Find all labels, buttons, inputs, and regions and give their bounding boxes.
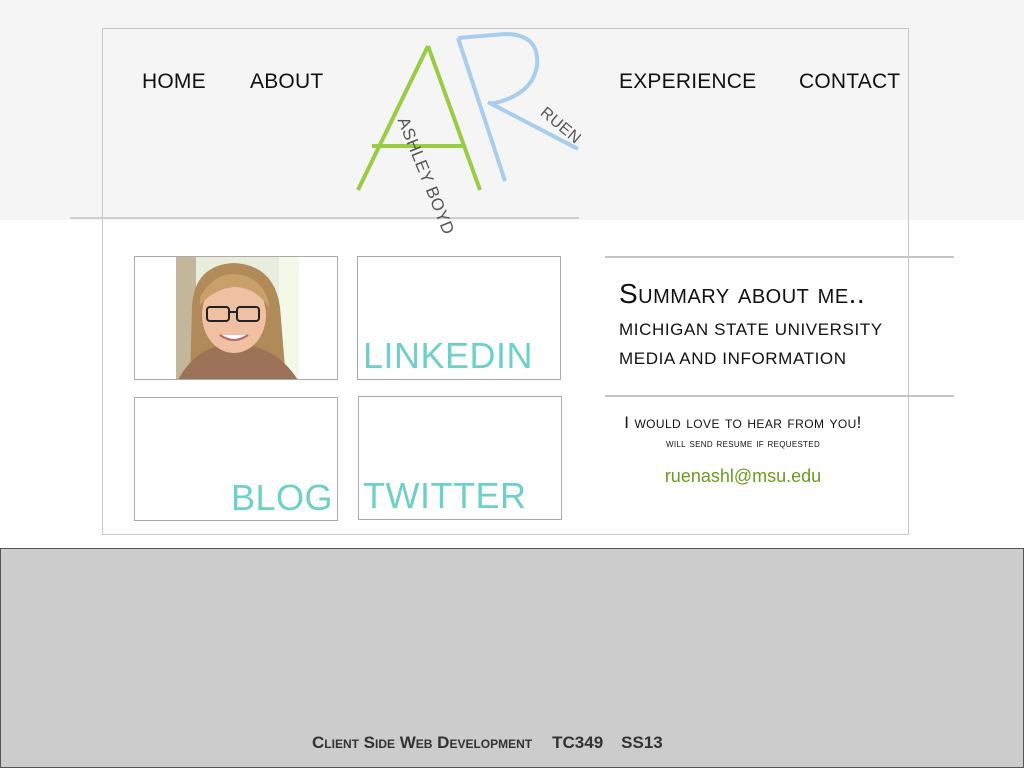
nav-about-link[interactable]: ABOUT [250, 70, 323, 94]
summary-university: MICHIGAN STATE UNIVERSITY [619, 320, 883, 339]
summary-box: Summary about me.. MICHIGAN STATE UNIVER… [605, 256, 954, 397]
summary-program: MEDIA AND INFORMATION [619, 349, 847, 368]
contact-invite: I would love to hear from you! [624, 413, 862, 432]
ar-logo [356, 31, 579, 191]
twitter-label: TWITTER [363, 475, 527, 516]
photo-tile [134, 256, 338, 380]
footer-course-code: TC349 [552, 733, 604, 752]
footer-course-info: Client Side Web Development TC349 SS13 [312, 733, 663, 753]
linkedin-label: LINKEDIN [363, 335, 534, 376]
nav-home-link[interactable]: HOME [142, 70, 206, 94]
contact-resume-note: will send resume if requested [665, 436, 821, 450]
nav-contact-link[interactable]: CONTACT [799, 70, 900, 94]
blog-label: BLOG [230, 477, 333, 518]
blog-tile[interactable]: BLOG [134, 397, 338, 521]
profile-photo [176, 257, 299, 379]
header-divider [70, 217, 579, 219]
footer-term: SS13 [621, 733, 663, 752]
twitter-tile[interactable]: TWITTER [358, 396, 562, 520]
nav-experience-link[interactable]: EXPERIENCE [619, 70, 756, 94]
linkedin-tile[interactable]: LINKEDIN [357, 256, 561, 380]
contact-email-link[interactable]: ruenashl@msu.edu [605, 466, 881, 487]
footer-course-name: Client Side Web Development [312, 733, 533, 752]
footer: Client Side Web Development TC349 SS13 [0, 548, 1024, 768]
summary-title: Summary about me.. [619, 278, 866, 309]
logo-letter-r [456, 31, 579, 182]
